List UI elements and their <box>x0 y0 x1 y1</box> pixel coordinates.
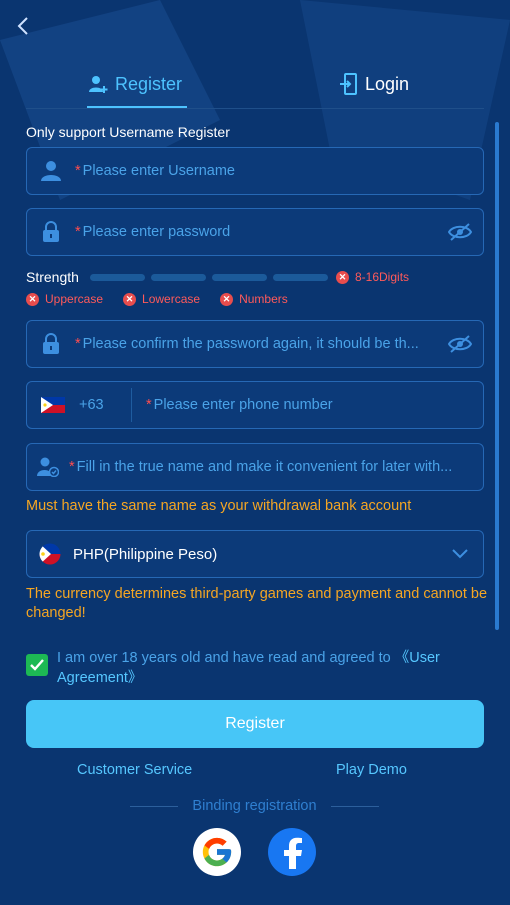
error-icon: ✕ <box>26 292 39 306</box>
requirement-lowercase-label: Lowercase <box>142 292 201 306</box>
check-icon <box>30 659 44 671</box>
username-field[interactable]: * Please enter Username <box>26 147 484 195</box>
customer-service-link[interactable]: Customer Service <box>77 762 192 778</box>
password-strength: Strength ✕ 8-16Digits <box>26 268 484 286</box>
strength-bar <box>90 273 145 281</box>
requirement-lowercase: ✕ Lowercase <box>123 291 200 307</box>
login-icon <box>340 73 357 95</box>
requirement-length-label: 8-16Digits <box>355 270 410 284</box>
strength-bar <box>273 273 328 281</box>
error-icon: ✕ <box>220 292 234 306</box>
agreement-text: I am over 18 years old and have read and… <box>57 650 395 666</box>
required-mark: * <box>75 163 81 179</box>
confirm-password-field[interactable]: * Please confirm the password again, it s… <box>26 320 484 368</box>
play-demo-link[interactable]: Play Demo <box>336 762 407 778</box>
phone-field[interactable]: +63 * Please enter phone number <box>26 381 484 429</box>
requirement-uppercase-label: Uppercase <box>45 292 104 306</box>
google-icon <box>202 837 232 867</box>
real-name-note: Must have the same name as your withdraw… <box>26 498 412 514</box>
add-user-icon <box>89 76 108 93</box>
scrollbar[interactable] <box>495 122 499 630</box>
country-code: +63 <box>79 397 104 413</box>
philippines-flag-icon <box>39 543 61 565</box>
chevron-down-icon <box>452 549 468 559</box>
required-mark: * <box>146 397 152 413</box>
register-submit-button[interactable]: Register <box>26 700 484 748</box>
phone-placeholder: Please enter phone number <box>153 397 333 413</box>
philippines-flag-icon <box>41 397 65 413</box>
section-title: Only support Username Register <box>26 124 230 140</box>
requirement-numbers-label: Numbers <box>239 292 288 306</box>
agreement-row: I am over 18 years old and have read and… <box>26 648 484 688</box>
strength-label: Strength <box>26 269 79 285</box>
requirement-length: ✕ 8-16Digits <box>336 270 409 284</box>
agreement-checkbox[interactable] <box>26 654 48 676</box>
error-icon: ✕ <box>123 292 137 306</box>
user-verified-icon <box>37 457 59 477</box>
currency-select[interactable]: PHP(Philippine Peso) <box>26 530 484 578</box>
binding-registration-label: Binding registration <box>192 798 317 814</box>
confirm-password-placeholder: Please confirm the password again, it sh… <box>82 336 419 352</box>
back-button[interactable] <box>12 14 34 38</box>
lock-icon <box>43 221 59 242</box>
toggle-password-visibility[interactable] <box>437 223 483 241</box>
auth-tabs: Register Login <box>26 60 484 109</box>
divider <box>330 805 379 807</box>
tab-register-label: Register <box>115 73 183 94</box>
password-placeholder: Please enter password <box>82 224 231 240</box>
strength-bar <box>151 273 206 281</box>
eye-off-icon <box>448 335 472 353</box>
tab-login[interactable]: Login <box>340 60 409 108</box>
currency-note: The currency determines third-party game… <box>26 586 488 621</box>
tab-register[interactable]: Register <box>88 60 182 108</box>
lock-icon <box>43 333 59 354</box>
toggle-confirm-visibility[interactable] <box>437 335 483 353</box>
binding-registration: Binding registration <box>128 797 381 815</box>
requirement-numbers: ✕ Numbers <box>220 291 288 307</box>
username-placeholder: Please enter Username <box>82 163 235 179</box>
country-code-selector[interactable]: +63 <box>27 397 115 413</box>
strength-bar <box>212 273 267 281</box>
real-name-placeholder: Fill in the true name and make it conven… <box>76 459 453 475</box>
password-requirements: ✕ Uppercase ✕ Lowercase ✕ Numbers <box>26 291 288 307</box>
google-login-button[interactable] <box>193 828 241 876</box>
real-name-field[interactable]: * Fill in the true name and make it conve… <box>26 443 484 491</box>
password-field[interactable]: * Please enter password <box>26 208 484 256</box>
error-icon: ✕ <box>336 270 349 284</box>
facebook-icon <box>284 837 302 869</box>
divider <box>131 388 132 422</box>
required-mark: * <box>69 459 75 475</box>
currency-dropdown-toggle[interactable] <box>437 549 483 559</box>
required-mark: * <box>75 224 81 240</box>
active-tab-indicator <box>87 106 187 108</box>
tab-login-label: Login <box>365 73 410 94</box>
currency-value: PHP(Philippine Peso) <box>73 545 218 563</box>
user-icon <box>41 161 61 181</box>
chevron-left-icon <box>17 17 28 35</box>
requirement-uppercase: ✕ Uppercase <box>26 291 103 307</box>
divider <box>130 805 179 807</box>
facebook-login-button[interactable] <box>268 828 316 876</box>
required-mark: * <box>75 336 81 352</box>
eye-off-icon <box>448 223 472 241</box>
